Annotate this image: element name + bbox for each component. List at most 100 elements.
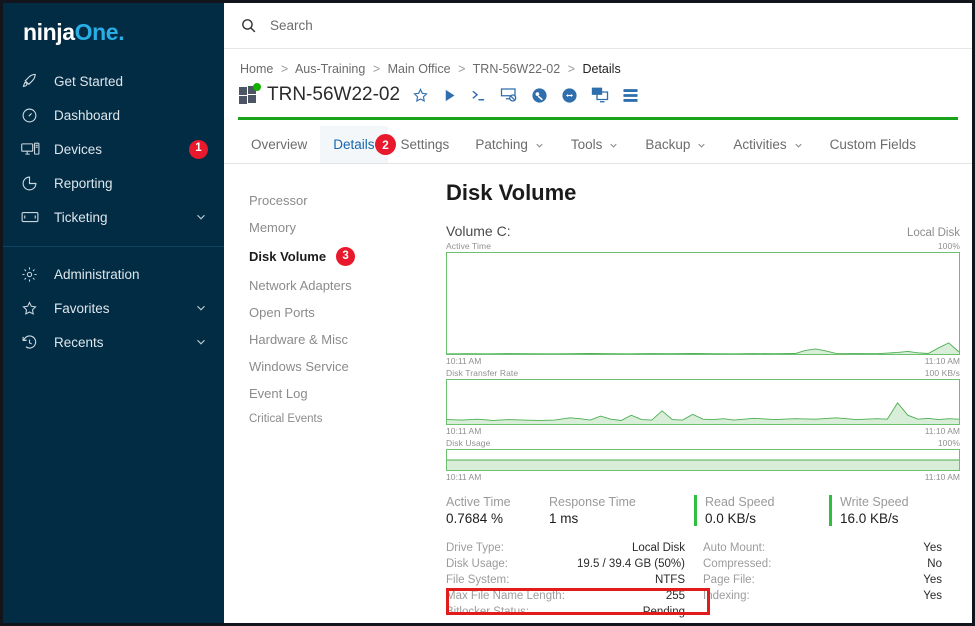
- chart-xtick-start: 10:11 AM: [446, 356, 482, 366]
- subnav-label: Event Log: [249, 386, 308, 401]
- sidebar-label: Ticketing: [54, 209, 108, 225]
- tab-tools[interactable]: Tools: [558, 126, 633, 163]
- metric-active-time: Active Time 0.7684 %: [446, 495, 549, 526]
- subnav-item-open-ports[interactable]: Open Ports: [249, 299, 434, 326]
- metric-value: 16.0 KB/s: [840, 511, 899, 526]
- chart-svg: [447, 450, 959, 470]
- sidebar-item-favorites[interactable]: Favorites: [3, 291, 224, 325]
- subnav-label: Open Ports: [249, 305, 315, 320]
- sidebar-label: Reporting: [54, 175, 113, 191]
- sidebar-item-dashboard[interactable]: Dashboard: [3, 98, 224, 132]
- info-key: Max File Name Length:: [446, 590, 565, 602]
- sidebar-item-devices[interactable]: Devices 1: [3, 132, 224, 166]
- subnav-item-memory[interactable]: Memory: [249, 214, 434, 241]
- info-key: Compressed:: [703, 558, 772, 570]
- disk-info-left-column: Drive Type: Local Disk Disk Usage: 19.5 …: [446, 540, 703, 620]
- tab-label: Overview: [251, 137, 308, 152]
- subnav-label: Hardware & Misc: [249, 332, 348, 347]
- info-key: Disk Usage:: [446, 558, 508, 570]
- chart-caption: Active Time 100%: [446, 241, 960, 251]
- device-list-icon[interactable]: [622, 88, 639, 103]
- metric-label: Read Speed: [705, 495, 775, 509]
- metric-label: Response Time: [549, 495, 636, 509]
- chevron-down-icon[interactable]: [194, 335, 208, 349]
- info-row-bitlocker-status: Bitlocker Status: Pending: [446, 604, 685, 620]
- tab-label: Tools: [570, 137, 603, 152]
- info-row-file-system: File System: NTFS: [446, 572, 685, 588]
- chevron-down-icon[interactable]: [194, 210, 208, 224]
- breadcrumb-separator: >: [567, 62, 575, 76]
- details-subnav: Processor Memory Disk Volume 3 Network A…: [224, 164, 434, 623]
- info-row-auto-mount: Auto Mount: Yes: [703, 540, 942, 556]
- splashtop-icon[interactable]: [531, 87, 548, 104]
- sidebar-label: Dashboard: [54, 107, 121, 123]
- breadcrumb-item-home[interactable]: Home: [240, 62, 273, 76]
- volume-type: Local Disk: [906, 227, 960, 239]
- terminal-icon[interactable]: [470, 87, 487, 104]
- sidebar-divider: [3, 246, 224, 247]
- sidebar-item-ticketing[interactable]: Ticketing: [3, 200, 224, 234]
- sidebar-item-get-started[interactable]: Get Started: [3, 64, 224, 98]
- run-script-icon[interactable]: [442, 88, 457, 103]
- screen-share-icon[interactable]: [591, 87, 609, 103]
- search-input[interactable]: [270, 18, 570, 33]
- subnav-item-disk-volume[interactable]: Disk Volume 3: [249, 241, 434, 272]
- favorite-star-icon[interactable]: [412, 87, 429, 104]
- chart-svg: [447, 380, 959, 424]
- info-row-page-file: Page File: Yes: [703, 572, 942, 588]
- info-row-max-file-name-length: Max File Name Length: 255: [446, 588, 685, 604]
- volume-header: Volume C: Local Disk: [446, 223, 960, 239]
- tab-label: Backup: [645, 137, 691, 152]
- breadcrumb-item-device[interactable]: TRN-56W22-02: [473, 62, 561, 76]
- pie-chart-icon: [21, 174, 45, 192]
- subnav-item-critical-events[interactable]: Critical Events: [249, 407, 434, 431]
- tab-overview[interactable]: Overview: [238, 126, 320, 163]
- tab-label: Activities: [733, 137, 787, 152]
- info-key: Page File:: [703, 574, 755, 586]
- tab-activities[interactable]: Activities: [720, 126, 816, 163]
- chart-disk-transfer-rate: Disk Transfer Rate 100 KB/s 10:11 AM 11:…: [446, 368, 960, 436]
- tab-backup[interactable]: Backup: [632, 126, 720, 163]
- annotation-badge-2-wrap: 2: [375, 134, 396, 155]
- chart-xaxis: 10:11 AM 11:10 AM: [446, 356, 960, 366]
- teamviewer-icon[interactable]: [561, 87, 578, 104]
- chart-title: Active Time: [446, 241, 492, 251]
- subnav-item-network-adapters[interactable]: Network Adapters: [249, 272, 434, 299]
- tab-label: Patching: [475, 137, 528, 152]
- subnav-item-hardware-misc[interactable]: Hardware & Misc: [249, 326, 434, 353]
- chart-title: Disk Usage: [446, 438, 491, 448]
- tab-settings[interactable]: Settings: [388, 126, 463, 163]
- annotation-badge-3: 3: [336, 247, 356, 266]
- subnav-item-processor[interactable]: Processor: [249, 187, 434, 214]
- info-key: Auto Mount:: [703, 542, 766, 554]
- volume-name: Volume C:: [446, 223, 511, 239]
- breadcrumb-item-location[interactable]: Main Office: [388, 62, 451, 76]
- chart-xtick-start: 10:11 AM: [446, 472, 482, 482]
- tab-patching[interactable]: Patching: [462, 126, 558, 163]
- chevron-down-icon: [793, 139, 804, 150]
- info-value: Yes: [923, 574, 942, 586]
- sidebar-item-administration[interactable]: Administration: [3, 257, 224, 291]
- subnav-label: Disk Volume: [249, 249, 327, 264]
- breadcrumb-item-org[interactable]: Aus-Training: [295, 62, 365, 76]
- windows-logo-icon: [239, 82, 261, 105]
- subnav-label: Critical Events: [249, 413, 323, 425]
- disk-info-grid: Drive Type: Local Disk Disk Usage: 19.5 …: [446, 540, 960, 620]
- sidebar-label: Devices: [54, 141, 103, 157]
- remote-desktop-icon[interactable]: [500, 87, 518, 103]
- sidebar-item-reporting[interactable]: Reporting: [3, 166, 224, 200]
- subnav-item-windows-service[interactable]: Windows Service: [249, 353, 434, 380]
- ninjaone-logo[interactable]: ninjaOne.: [3, 11, 224, 62]
- subnav-item-event-log[interactable]: Event Log: [249, 380, 434, 407]
- gear-icon: [21, 265, 45, 283]
- metric-value: 0.7684 %: [446, 511, 504, 526]
- chart-caption: Disk Transfer Rate 100 KB/s: [446, 368, 960, 378]
- sidebar-label: Administration: [54, 266, 140, 282]
- tab-custom-fields[interactable]: Custom Fields: [817, 126, 929, 163]
- chart-xtick-end: 11:10 AM: [924, 426, 960, 436]
- sidebar-label: Recents: [54, 334, 104, 350]
- chevron-down-icon[interactable]: [194, 301, 208, 315]
- sidebar-item-recents[interactable]: Recents: [3, 325, 224, 359]
- subnav-label: Processor: [249, 193, 308, 208]
- rocket-icon: [21, 72, 45, 90]
